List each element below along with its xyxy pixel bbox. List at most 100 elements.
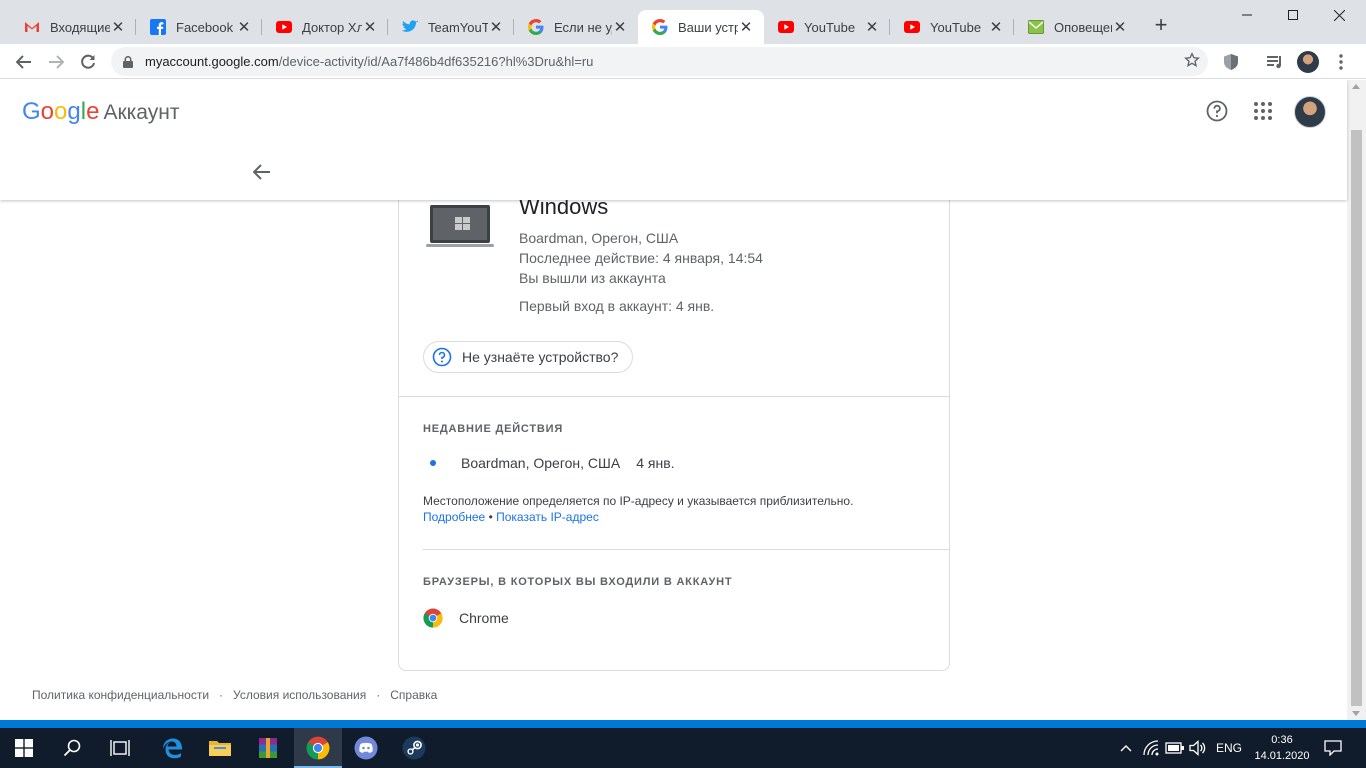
show-ip-link[interactable]: Показать IP-адрес <box>496 510 599 524</box>
tab-youtube-2[interactable]: YouTube ✕ <box>890 10 1014 44</box>
volume-button[interactable] <box>1188 728 1208 768</box>
windows-taskbar: ENG 0:36 14.01.2020 <box>0 728 1366 768</box>
bookmark-star-icon[interactable] <box>1184 52 1200 73</box>
extension-shield-button[interactable] <box>1218 49 1244 75</box>
taskbar-chrome[interactable] <box>294 728 342 768</box>
maximize-icon <box>1288 10 1298 20</box>
tab-doktor[interactable]: Доктор Хлу ✕ <box>262 10 388 44</box>
privacy-link[interactable]: Политика конфиденциальности <box>32 688 209 702</box>
close-icon[interactable]: ✕ <box>864 18 880 36</box>
tab-gmail[interactable]: Входящие - ✕ <box>10 10 136 44</box>
reload-icon <box>81 54 95 69</box>
chrome-menu-button[interactable] <box>1328 49 1354 75</box>
tab-opoveshchenie[interactable]: Оповещен ✕ <box>1014 10 1138 44</box>
scroll-down-icon[interactable] <box>1352 711 1360 716</box>
media-control-button[interactable] <box>1262 49 1288 75</box>
tab-title: Входящие - <box>50 19 110 35</box>
taskbar-winrar[interactable] <box>244 728 292 768</box>
battery-icon <box>1165 742 1184 754</box>
scrollbar-thumb[interactable] <box>1351 130 1362 706</box>
help-link[interactable]: Справка <box>390 688 437 702</box>
google-account-logo[interactable]: Google Аккаунт <box>22 98 179 126</box>
signin-status: Вы вышли из аккаунта <box>519 270 666 286</box>
playlist-icon <box>1267 56 1281 69</box>
twitter-icon <box>402 19 418 35</box>
account-avatar[interactable] <box>1294 96 1326 128</box>
shield-icon <box>1224 54 1238 70</box>
close-icon[interactable]: ✕ <box>612 18 628 36</box>
minimize-button[interactable] <box>1224 0 1270 30</box>
battery-button[interactable] <box>1164 728 1186 768</box>
profile-avatar-button[interactable] <box>1295 49 1321 75</box>
reload-button[interactable] <box>75 49 101 75</box>
tab-teamyoutube[interactable]: TeamYouTu ✕ <box>388 10 514 44</box>
tab-strip: Входящие - ✕ Facebook ✕ Доктор Хлу ✕ Tea… <box>0 0 1366 44</box>
clock-date: 14.01.2020 <box>1254 750 1310 762</box>
search-icon <box>63 739 81 757</box>
taskbar-explorer[interactable] <box>196 728 244 768</box>
unknown-device-button[interactable]: Не узнаёте устройство? <box>423 341 634 373</box>
help-button[interactable] <box>1204 98 1230 124</box>
learn-more-link[interactable]: Подробнее <box>423 510 485 524</box>
action-center-button[interactable] <box>1322 728 1344 768</box>
close-icon[interactable]: ✕ <box>110 18 126 36</box>
last-activity: Последнее действие: 4 января, 14:54 <box>519 250 763 266</box>
arrow-left-icon <box>253 164 270 180</box>
tab-title: Facebook <box>176 19 234 35</box>
activity-item: Boardman, Орегон, США 4 янв. <box>423 455 675 471</box>
tab-vashi-ustroistva[interactable]: Ваши устро ✕ <box>638 10 764 44</box>
taskbar-steam[interactable] <box>390 728 438 768</box>
page-scrollbar[interactable] <box>1347 80 1366 720</box>
taskbar-discord[interactable] <box>342 728 390 768</box>
activity-location: Boardman, Орегон, США <box>461 455 621 471</box>
close-icon[interactable]: ✕ <box>988 18 1004 36</box>
tab-title: Ваши устро <box>678 19 738 35</box>
tab-title: TeamYouTu <box>428 19 488 35</box>
tab-title: YouTube <box>804 19 856 35</box>
terms-link[interactable]: Условия использования <box>233 688 366 702</box>
discord-icon <box>354 736 378 760</box>
search-button[interactable] <box>48 728 96 768</box>
close-icon[interactable]: ✕ <box>362 18 378 36</box>
start-button[interactable] <box>0 728 48 768</box>
mail-icon <box>1028 19 1044 35</box>
address-bar[interactable]: myaccount.google.com/device-activity/id/… <box>111 47 1208 76</box>
google-account-header: Google Аккаунт <box>0 80 1347 200</box>
task-view-button[interactable] <box>96 728 144 768</box>
show-hidden-icons-button[interactable] <box>1116 728 1136 768</box>
laptop-icon <box>426 202 494 250</box>
close-icon[interactable]: ✕ <box>488 18 504 36</box>
tab-esli-ne[interactable]: Если не уда ✕ <box>514 10 638 44</box>
new-tab-button[interactable]: + <box>1150 14 1172 36</box>
google-logo: Google <box>22 98 100 125</box>
taskbar-edge[interactable] <box>148 728 196 768</box>
youtube-icon <box>904 19 920 35</box>
tab-youtube-1[interactable]: YouTube ✕ <box>764 10 890 44</box>
divider <box>423 549 949 550</box>
close-icon[interactable]: ✕ <box>1112 18 1128 36</box>
apps-button[interactable] <box>1250 98 1276 124</box>
maximize-button[interactable] <box>1270 0 1316 30</box>
close-icon[interactable]: ✕ <box>236 18 252 36</box>
task-view-icon <box>110 740 130 756</box>
page-footer: Политика конфиденциальности · Условия ис… <box>32 688 437 702</box>
arrow-right-icon <box>49 55 64 69</box>
close-icon[interactable]: ✕ <box>738 18 754 36</box>
tab-facebook[interactable]: Facebook ✕ <box>136 10 262 44</box>
tab-title: Оповещен <box>1054 19 1112 35</box>
device-card: Windows Boardman, Орегон, США Последнее … <box>398 180 950 671</box>
back-button[interactable] <box>11 49 37 75</box>
input-language-button[interactable]: ENG <box>1212 728 1246 768</box>
lock-icon[interactable] <box>121 55 135 69</box>
clock[interactable]: 0:36 14.01.2020 <box>1252 732 1312 764</box>
back-button[interactable] <box>250 160 274 184</box>
network-button[interactable] <box>1142 728 1162 768</box>
speaker-icon <box>1189 740 1206 756</box>
chrome-icon <box>423 608 443 628</box>
activity-date: 4 янв. <box>636 455 675 471</box>
folder-icon <box>209 741 231 756</box>
scroll-up-icon[interactable] <box>1352 84 1360 89</box>
forward-button[interactable] <box>43 49 69 75</box>
close-window-button[interactable] <box>1316 0 1362 30</box>
chrome-icon <box>306 736 330 760</box>
